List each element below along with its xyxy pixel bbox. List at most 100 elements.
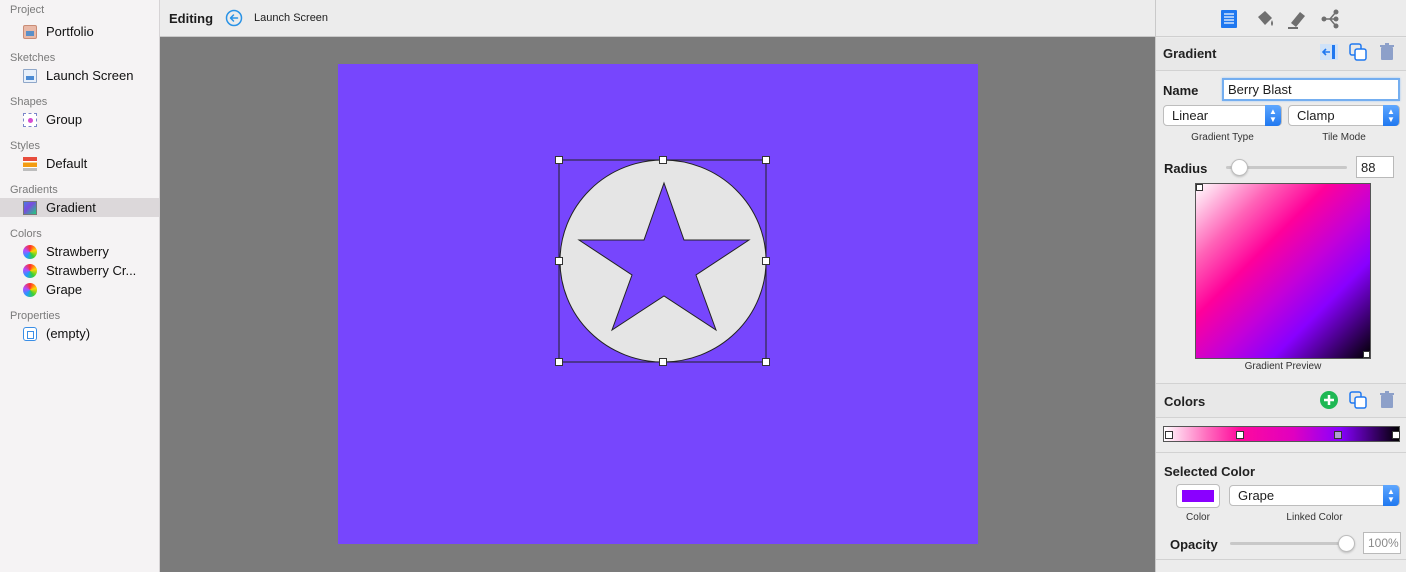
sidebar-item-label: Portfolio — [46, 24, 94, 39]
sidebar-item-label: (empty) — [46, 326, 91, 341]
gradient-type-value: Linear — [1172, 108, 1209, 123]
sidebar: Project Portfolio Sketches Launch Screen… — [0, 0, 160, 572]
separator — [1156, 452, 1406, 453]
opacity-slider-knob[interactable] — [1338, 535, 1355, 552]
chevron-updown-icon: ▲ ▼ — [1383, 485, 1399, 506]
resize-handle-bottom-right[interactable] — [762, 358, 770, 366]
gradient-stop-selected[interactable] — [1334, 431, 1342, 439]
sidebar-item-gradient[interactable]: Gradient — [0, 198, 159, 217]
graph-icon[interactable] — [1319, 8, 1341, 30]
gradient-end-handle[interactable] — [1363, 351, 1370, 358]
sidebar-heading-styles: Styles — [10, 140, 40, 152]
sidebar-heading-colors: Colors — [10, 228, 42, 240]
sidebar-item-group[interactable]: Group — [0, 110, 159, 129]
resize-handle-right[interactable] — [762, 257, 770, 265]
radius-label: Radius — [1164, 161, 1208, 176]
sidebar-item-strawberry-cream[interactable]: Strawberry Cr... — [0, 261, 159, 280]
portfolio-icon — [23, 24, 37, 39]
gradient-stop[interactable] — [1392, 431, 1400, 439]
colors-section-title: Colors — [1164, 394, 1206, 409]
sidebar-heading-gradients: Gradients — [10, 184, 58, 196]
radius-value: 88 — [1361, 159, 1376, 175]
inspector-tabs — [1156, 0, 1406, 37]
sidebar-item-grape[interactable]: Grape — [0, 280, 159, 299]
resize-handle-left[interactable] — [555, 257, 563, 265]
gradient-stops-bar[interactable] — [1163, 426, 1400, 442]
sidebar-item-default[interactable]: Default — [0, 154, 159, 173]
gradient-section-title: Gradient — [1163, 46, 1217, 61]
properties-icon — [23, 326, 37, 341]
chevron-updown-icon: ▲ ▼ — [1383, 105, 1399, 126]
sidebar-heading-project: Project — [10, 4, 45, 16]
gradient-preview-caption: Gradient Preview — [1244, 361, 1322, 372]
opacity-value-field[interactable]: 100% — [1363, 532, 1401, 554]
sidebar-item-launch-screen[interactable]: Launch Screen — [0, 66, 159, 85]
sidebar-item-label: Strawberry — [46, 244, 109, 259]
resize-handle-top-right[interactable] — [762, 156, 770, 164]
sidebar-item-label: Default — [46, 156, 88, 171]
sidebar-item-label: Grape — [46, 282, 83, 297]
link-back-icon[interactable] — [1319, 42, 1339, 62]
chevron-updown-icon: ▲ ▼ — [1265, 105, 1281, 126]
gradient-preview[interactable] — [1195, 183, 1371, 359]
color-swatch — [1182, 490, 1214, 502]
gradient-stop[interactable] — [1165, 431, 1173, 439]
sidebar-item-empty-property[interactable]: (empty) — [0, 324, 159, 343]
trash-icon[interactable] — [1377, 42, 1397, 62]
gradient-stop[interactable] — [1236, 431, 1244, 439]
opacity-label: Opacity — [1170, 537, 1218, 552]
sidebar-item-label: Strawberry Cr... — [46, 263, 137, 278]
sidebar-heading-properties: Properties — [10, 310, 61, 322]
editing-label: Editing — [169, 10, 214, 26]
color-well[interactable] — [1176, 484, 1220, 508]
gradient-icon — [23, 200, 37, 215]
trash-icon[interactable] — [1377, 390, 1397, 410]
tile-mode-select[interactable]: Clamp ▲ ▼ — [1288, 105, 1400, 126]
sidebar-heading-sketches: Sketches — [10, 52, 56, 64]
canvas-area[interactable] — [160, 37, 1155, 572]
add-color-icon[interactable] — [1319, 390, 1339, 410]
breadcrumb-current[interactable]: Launch Screen — [254, 12, 328, 24]
sidebar-item-label: Group — [46, 112, 83, 127]
color-wheel-icon — [23, 244, 37, 259]
sidebar-item-label: Launch Screen — [46, 68, 134, 83]
selected-color-title: Selected Color — [1164, 464, 1256, 479]
separator — [1156, 559, 1406, 560]
tile-mode-value: Clamp — [1297, 108, 1335, 123]
artboard-drawing[interactable] — [338, 64, 978, 544]
gradient-start-handle[interactable] — [1196, 184, 1203, 191]
tile-mode-caption: Tile Mode — [1322, 132, 1366, 143]
separator — [1156, 417, 1406, 418]
radius-slider-knob[interactable] — [1231, 159, 1248, 176]
artboard[interactable] — [338, 64, 978, 544]
style-icon — [23, 156, 37, 171]
radius-value-field[interactable]: 88 — [1356, 156, 1394, 178]
resize-handle-top[interactable] — [659, 156, 667, 164]
inspector-panel: Gradient Name Berry Blast Linear ▲ ▼ Grad… — [1155, 0, 1406, 572]
opacity-slider-track[interactable] — [1230, 542, 1355, 545]
resize-handle-bottom[interactable] — [659, 358, 667, 366]
sidebar-item-strawberry[interactable]: Strawberry — [0, 242, 159, 261]
paint-bucket-icon[interactable] — [1254, 8, 1276, 30]
sidebar-item-portfolio[interactable]: Portfolio — [0, 22, 159, 41]
separator — [1156, 70, 1406, 71]
color-caption: Color — [1186, 512, 1210, 523]
back-arrow-icon[interactable] — [225, 9, 243, 27]
duplicate-icon[interactable] — [1348, 390, 1368, 410]
list-icon[interactable] — [1218, 8, 1240, 30]
group-icon — [23, 112, 37, 127]
gradient-name-field[interactable]: Berry Blast — [1222, 78, 1400, 101]
color-wheel-icon — [23, 263, 37, 278]
highlighter-icon[interactable] — [1286, 8, 1308, 30]
gradient-name-value: Berry Blast — [1228, 82, 1292, 97]
name-label: Name — [1163, 83, 1199, 98]
linked-color-select[interactable]: Grape ▲ ▼ — [1229, 485, 1400, 506]
gradient-type-select[interactable]: Linear ▲ ▼ — [1163, 105, 1282, 126]
resize-handle-top-left[interactable] — [555, 156, 563, 164]
duplicate-icon[interactable] — [1348, 42, 1368, 62]
sketch-icon — [23, 68, 37, 83]
resize-handle-bottom-left[interactable] — [555, 358, 563, 366]
sidebar-heading-shapes: Shapes — [10, 96, 48, 108]
editor-toolbar: Editing Launch Screen — [160, 0, 1155, 37]
opacity-value: 100% — [1368, 536, 1399, 550]
